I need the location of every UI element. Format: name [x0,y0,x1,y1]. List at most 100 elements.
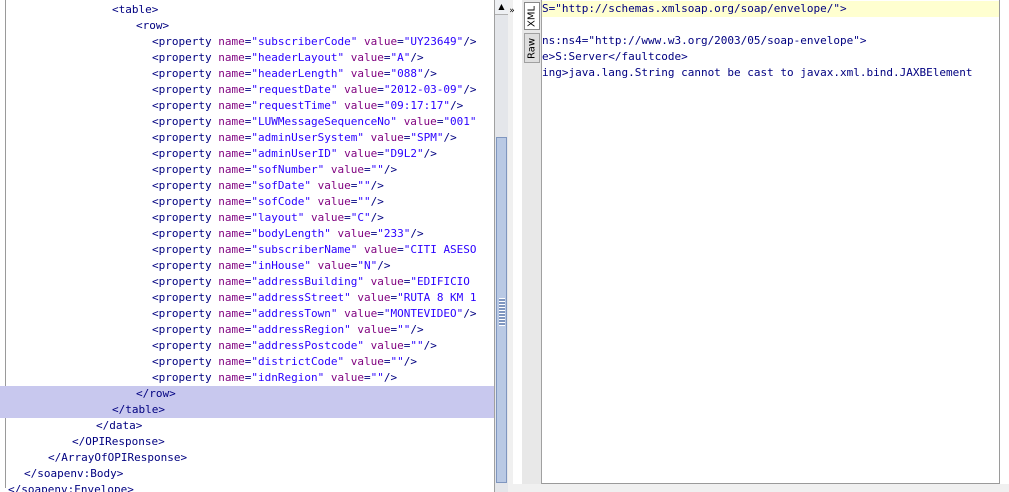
xml-attr-name: name [218,227,245,240]
xml-attr-value: "addressTown" [251,307,338,320]
xml-attr-name: name [218,131,245,144]
xml-attr-value: "layout" [251,211,305,224]
xml-line: </soapenv:Body> [0,466,123,482]
xml-attr-name: value [337,227,371,240]
xml-attr-name: name [218,83,245,96]
xml-line: <property name="sofDate" value=""/> [152,179,384,192]
xml-line: <property name="requestTime" value="09:1… [152,99,464,112]
xml-tag-end: /> [403,355,417,368]
xml-tag: <property [152,227,219,240]
xml-attr-name: name [218,291,245,304]
xml-line: <property name="addressTown" value="MONT… [152,307,477,320]
xml-attr-value: "" [370,163,384,176]
xml-tag-end: /> [383,163,398,176]
response-xml-editor[interactable]: S="http://schemas.xmlsoap.org/soap/envel… [542,0,1000,484]
xml-attr-name: name [218,147,245,160]
xml-tag: <property [152,83,219,96]
pane-splitter[interactable]: » [508,0,516,492]
xml-tag-end: /> [410,227,424,240]
xml-line: <property name="bodyLength" value="233"/… [152,227,424,240]
xml-tag: <table> [112,3,159,16]
xml-attr-name: value [310,211,345,224]
response-view-tabs: XML Raw [522,0,542,492]
xml-tag: </soapenv:Body> [24,467,124,480]
xml-attr-name: name [218,371,245,384]
xml-attr-value: "adminUserID" [251,147,338,160]
xml-line: </data> [0,418,142,434]
tab-raw[interactable]: Raw [524,33,540,63]
xml-attr-name: value [350,51,384,64]
xml-attr-value: "" [410,339,424,352]
xml-tag-end: /> [383,371,398,384]
xml-tag: </table> [112,403,165,416]
xml-attr-value: "sofCode" [251,195,311,208]
xml-attr-value: "districtCode" [251,355,345,368]
xml-tag: </data> [96,419,143,432]
xml-tag: <property [152,275,219,288]
xml-attr-value: "09:17:17" [383,99,451,112]
xml-line: <property name="adminUserSystem" value="… [152,131,457,144]
xml-attr-value: "D9L2" [383,147,424,160]
xml-tag: <property [152,131,219,144]
xml-attr-value: "" [357,179,371,192]
xml-tag: <property [152,211,219,224]
request-editor-vertical-scrollbar[interactable]: ▲ [494,0,508,492]
xml-line: <property name="subscriberName" value="C… [152,243,477,256]
xml-attr-name: value [350,355,384,368]
xml-attr-value: "headerLength" [251,67,345,80]
request-xml-editor[interactable]: <table> <row> <property name="subscriberCo… [0,0,494,492]
xml-attr-name: name [218,51,245,64]
xml-attr-value: "addressPostcode" [251,339,364,352]
xml-attr-name: name [218,323,245,336]
xml-attr-value: "addressStreet" [251,291,351,304]
xml-attr-name: name [218,339,245,352]
xml-line: <row> [0,18,169,34]
xml-attr-value: "001" [443,115,477,128]
xml-tag: <property [152,35,219,48]
xml-tag-end: /> [370,211,384,224]
xml-line: <property name="idnRegion" value=""/> [152,371,398,384]
xml-attr-name: value [370,131,404,144]
xml-attr-value: "bodyLength" [251,227,331,240]
xml-tag: <property [152,323,219,336]
response-xml-line: e>S:Server</faultcode> [542,50,688,63]
xml-attr-name: name [218,35,245,48]
xml-tag: <property [152,163,219,176]
xml-tag: <property [152,115,219,128]
xml-attr-value: "sofNumber" [251,163,325,176]
xml-line: <table> [0,2,158,18]
xml-tag: <property [152,99,219,112]
xml-attr-name: name [218,163,245,176]
xml-tag: <row> [136,19,170,32]
xml-attr-value: "N" [357,259,378,272]
xml-line: <property name="addressPostcode" value="… [152,339,437,352]
xml-attr-name: name [218,195,245,208]
xml-attr-name: value [403,115,437,128]
xml-attr-value: "088" [390,67,424,80]
xml-tag: <property [152,243,219,256]
xml-tag-end: /> [463,35,477,48]
xml-attr-name: name [218,67,245,80]
xml-attr-name: name [218,99,245,112]
tab-xml[interactable]: XML [524,2,540,30]
xml-attr-value: "2012-03-09" [383,83,464,96]
xml-attr-name: value [370,275,404,288]
scroll-up-arrow-icon[interactable]: ▲ [495,0,508,15]
xml-line: <property name="addressStreet" value="RU… [152,291,477,304]
scrollbar-thumb[interactable] [496,137,507,483]
xml-line: <property name="LUWMessageSequenceNo" va… [152,115,477,128]
xml-attr-name: value [350,67,384,80]
xml-tag: </ArrayOfOPIResponse> [48,451,188,464]
xml-attr-name: value [344,83,378,96]
xml-attr-value: "" [390,355,404,368]
collapse-chevron-icon[interactable]: » [508,6,516,16]
xml-tag-end: /> [410,51,424,64]
xml-attr-value: "idnRegion" [251,371,325,384]
response-xml-line: ing>java.lang.String cannot be cast to j… [542,66,973,79]
xml-tag: </row> [136,387,176,400]
xml-tag: <property [152,179,219,192]
xml-attr-value: "UY23649" [403,35,464,48]
scrollbar-grip-icon [499,298,505,326]
xml-attr-name: value [344,307,378,320]
xml-line: <property name="addressBuilding" value="… [152,275,477,288]
